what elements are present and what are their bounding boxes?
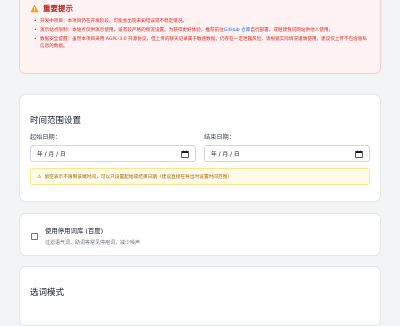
segmentation-title: 选词模式: [30, 288, 65, 298]
calendar-icon[interactable]: [355, 149, 363, 158]
time-range-card: 时间范围设置 起始日期： 年 / 月 / 日 结束日期： 年 / 月 / 日 ⚠…: [19, 94, 381, 202]
important-notice: 重要提示 开发中项目：本项目仍在开发阶段，可能会出现未知错误或不稳定情况。 演示…: [19, 0, 381, 74]
start-date-placeholder: 年 / 月 / 日: [37, 152, 66, 158]
calendar-icon[interactable]: [181, 149, 189, 158]
notice-item-dev: 开发中项目：本项目仍在开发阶段，可能会出现未知错误或不稳定情况。: [34, 18, 370, 25]
warning-icon: [30, 4, 39, 13]
notice-item-security: 数据安全提醒：虽然本项目采用 AGPL-3.0 开源协议，但上传的聊天记录属于敏…: [34, 36, 370, 50]
notice-title: 重要提示: [43, 4, 73, 13]
info-icon: ⚠: [37, 173, 42, 180]
end-date-placeholder: 年 / 月 / 日: [211, 152, 240, 158]
stopwords-label[interactable]: 使用停用词库 (百度): [45, 226, 103, 235]
notice-list: 开发中项目：本项目仍在开发阶段，可能会出现未知错误或不稳定情况。 演示站点限制：…: [30, 18, 370, 50]
stopwords-card: 使用停用词库 (百度) 过滤语气词、助词等常见停用词，减少噪声: [19, 213, 381, 256]
stopwords-description: 过滤语气词、助词等常见停用词，减少噪声: [45, 240, 141, 246]
end-date-label: 结束日期：: [204, 134, 235, 141]
end-date-input[interactable]: 年 / 月 / 日: [204, 145, 370, 162]
segmentation-card: 选词模式: [19, 266, 381, 326]
start-date-label: 起始日期：: [30, 134, 61, 141]
notice-header: 重要提示: [30, 3, 370, 14]
time-range-title: 时间范围设置: [30, 116, 82, 126]
github-repo-link[interactable]: GitHub 仓库: [224, 28, 251, 33]
start-date-input[interactable]: 年 / 月 / 日: [30, 145, 196, 162]
time-range-hint: ⚠ 留空表示不限制该端时间，可以只设置起始或结束日期（建议直接在导出时设置时间范…: [30, 168, 370, 185]
hint-text: 留空表示不限制该端时间，可以只设置起始或结束日期（建议直接在导出时设置时间范围）: [44, 174, 232, 180]
stopwords-checkbox[interactable]: [31, 233, 38, 240]
notice-item-demo: 演示站点限制：本站点仅供演示使用，设有较严格的频流设置。为获得更好体验，推荐前往…: [34, 27, 370, 34]
